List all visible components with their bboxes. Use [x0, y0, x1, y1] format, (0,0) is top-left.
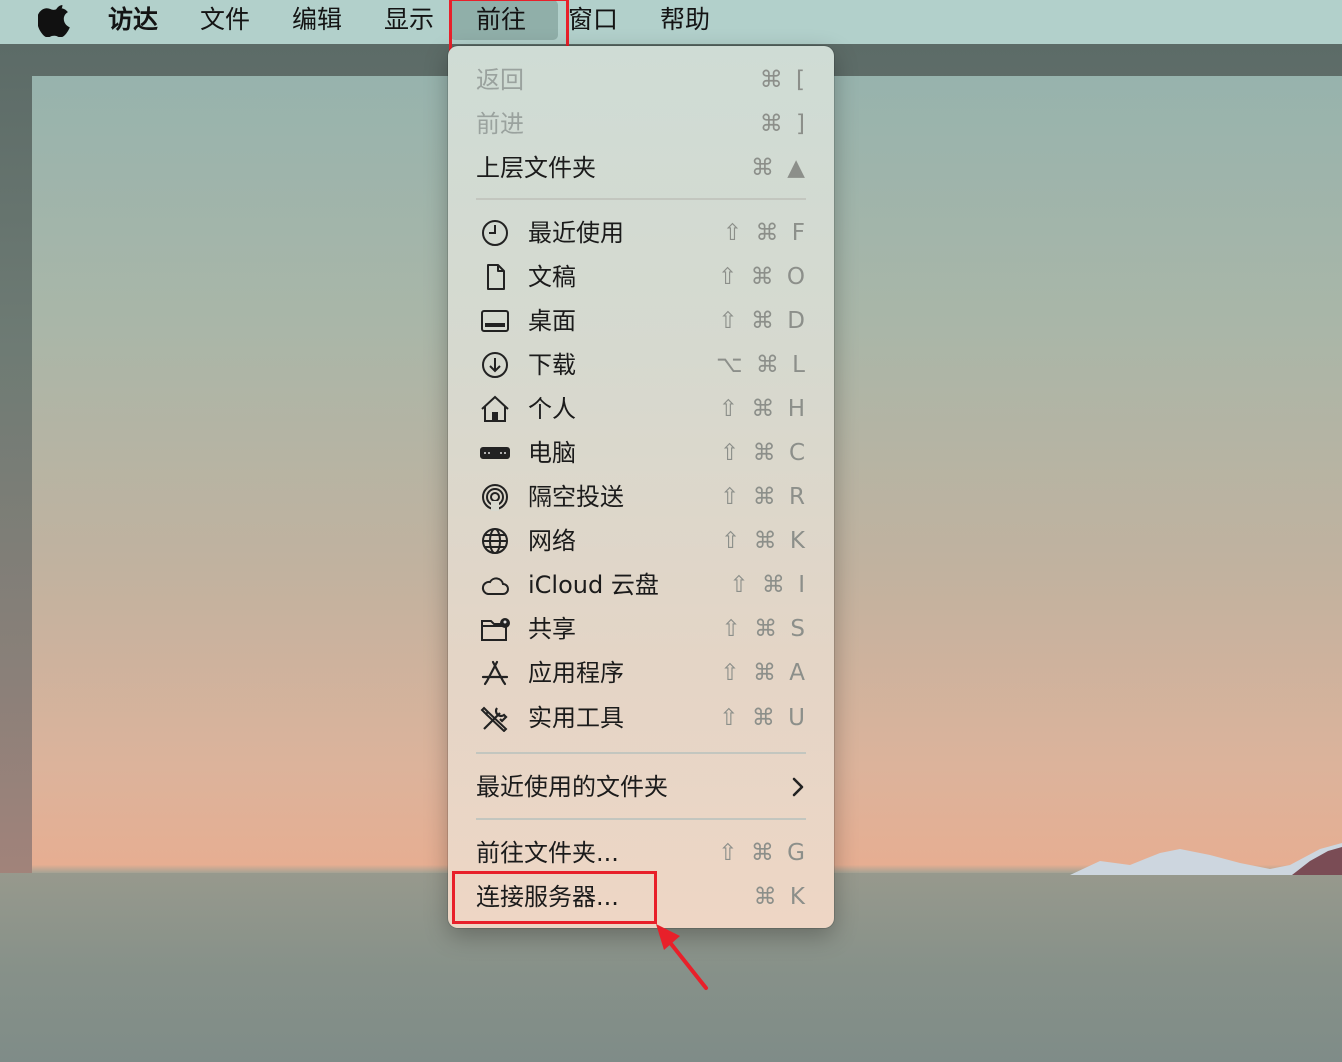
- go-dropdown-menu: 返回 ⌘ [ 前进 ⌘ ] 上层文件夹 ⌘ ▲ 最近使用 ⇧ ⌘ F 文稿 ⇧ …: [448, 46, 834, 928]
- shortcut-label: ⇧ ⌘ G: [718, 840, 808, 866]
- home-icon: [481, 395, 509, 422]
- menu-item-home[interactable]: 个人 ⇧ ⌘ H: [448, 387, 834, 431]
- menu-item-label: 最近使用: [528, 219, 624, 247]
- shared-folder-icon: [481, 618, 510, 641]
- menu-item-label: 隔空投送: [528, 483, 624, 511]
- shortcut-label: ⇧ ⌘ C: [720, 440, 808, 466]
- wallpaper-mountains: [1070, 843, 1342, 875]
- shortcut-label: ⇧ ⌘ K: [721, 528, 808, 554]
- menu-item-back[interactable]: 返回 ⌘ [: [448, 58, 834, 102]
- menu-item-label: 上层文件夹: [476, 154, 596, 182]
- menu-item-label: 个人: [528, 395, 576, 423]
- menu-edit[interactable]: 编辑: [292, 0, 342, 40]
- shortcut-label: ⇧ ⌘ O: [718, 264, 808, 290]
- menu-item-forward[interactable]: 前进 ⌘ ]: [448, 102, 834, 146]
- annotation-arrow-icon: [656, 924, 708, 990]
- menu-item-enclosing-folder[interactable]: 上层文件夹 ⌘ ▲: [448, 146, 834, 190]
- menu-item-label: 前往文件夹...: [476, 839, 619, 867]
- menu-item-label: 文稿: [528, 263, 576, 291]
- apple-icon[interactable]: [38, 5, 72, 37]
- menu-item-label: iCloud 云盘: [528, 571, 659, 599]
- menu-item-downloads[interactable]: 下载 ⌥ ⌘ L: [448, 343, 834, 387]
- tools-icon: [480, 706, 508, 732]
- menu-item-desktop[interactable]: 桌面 ⇧ ⌘ D: [448, 299, 834, 343]
- shortcut-label: ⇧ ⌘ I: [729, 572, 808, 598]
- menu-item-label: 返回: [476, 66, 524, 94]
- menu-separator: [476, 198, 806, 200]
- menu-separator: [476, 818, 806, 820]
- menu-separator: [476, 752, 806, 754]
- airdrop-icon: [482, 484, 508, 511]
- shortcut-label: ⌘ ]: [759, 111, 808, 137]
- cloud-icon: [481, 577, 509, 595]
- menu-item-label: 共享: [528, 615, 576, 643]
- menu-finder[interactable]: 访达: [108, 0, 158, 40]
- menu-item-applications[interactable]: 应用程序 ⇧ ⌘ A: [448, 651, 834, 695]
- chevron-right-icon: [792, 777, 804, 797]
- menu-window[interactable]: 窗口: [568, 0, 618, 40]
- shortcut-label: ⇧ ⌘ A: [720, 660, 808, 686]
- download-icon: [482, 352, 508, 378]
- menu-item-label: 桌面: [528, 307, 576, 335]
- menu-view[interactable]: 显示: [384, 0, 434, 40]
- shortcut-label: ⇧ ⌘ S: [721, 616, 808, 642]
- menu-item-label: 电脑: [528, 439, 576, 467]
- desktop-icon: [481, 310, 509, 332]
- menu-item-label: 网络: [528, 527, 576, 555]
- app-store-icon: [481, 660, 509, 686]
- shortcut-label: ⇧ ⌘ F: [722, 220, 808, 246]
- connect-server-highlight-box: [452, 871, 657, 924]
- shortcut-label: ⇧ ⌘ D: [718, 308, 808, 334]
- menu-bar: 访达 文件 编辑 显示 前往 窗口 帮助: [0, 0, 1342, 44]
- menu-item-airdrop[interactable]: 隔空投送 ⇧ ⌘ R: [448, 475, 834, 519]
- document-icon: [487, 264, 505, 290]
- globe-icon: [482, 528, 508, 554]
- menu-item-go-to-folder[interactable]: 前往文件夹... ⇧ ⌘ G: [448, 831, 834, 875]
- menu-item-shared[interactable]: 共享 ⇧ ⌘ S: [448, 607, 834, 651]
- menu-help[interactable]: 帮助: [660, 0, 710, 40]
- shortcut-label: ⌥ ⌘ L: [716, 352, 808, 378]
- menu-item-label: 实用工具: [528, 704, 624, 732]
- shortcut-label: ⌘ K: [753, 884, 808, 910]
- menu-item-network[interactable]: 网络 ⇧ ⌘ K: [448, 519, 834, 563]
- menu-item-computer[interactable]: 电脑 ⇧ ⌘ C: [448, 431, 834, 475]
- menu-item-label: 最近使用的文件夹: [476, 773, 668, 801]
- shortcut-label: ⌘ ▲: [751, 155, 808, 181]
- shortcut-label: ⇧ ⌘ H: [718, 396, 808, 422]
- shortcut-label: ⇧ ⌘ U: [719, 705, 808, 731]
- shortcut-label: ⇧ ⌘ R: [720, 484, 808, 510]
- menu-item-label: 下载: [528, 351, 576, 379]
- menu-item-icloud-drive[interactable]: iCloud 云盘 ⇧ ⌘ I: [448, 563, 834, 607]
- menu-item-documents[interactable]: 文稿 ⇧ ⌘ O: [448, 255, 834, 299]
- menu-item-label: 前进: [476, 110, 524, 138]
- menu-item-utilities[interactable]: 实用工具 ⇧ ⌘ U: [448, 696, 834, 740]
- clock-icon: [482, 220, 508, 246]
- computer-icon: [480, 447, 510, 459]
- shortcut-label: ⌘ [: [759, 67, 808, 93]
- menu-item-label: 应用程序: [528, 659, 624, 687]
- menu-file[interactable]: 文件: [200, 0, 250, 40]
- menu-item-recent-folders[interactable]: 最近使用的文件夹: [448, 765, 834, 809]
- menu-item-recents[interactable]: 最近使用 ⇧ ⌘ F: [448, 211, 834, 255]
